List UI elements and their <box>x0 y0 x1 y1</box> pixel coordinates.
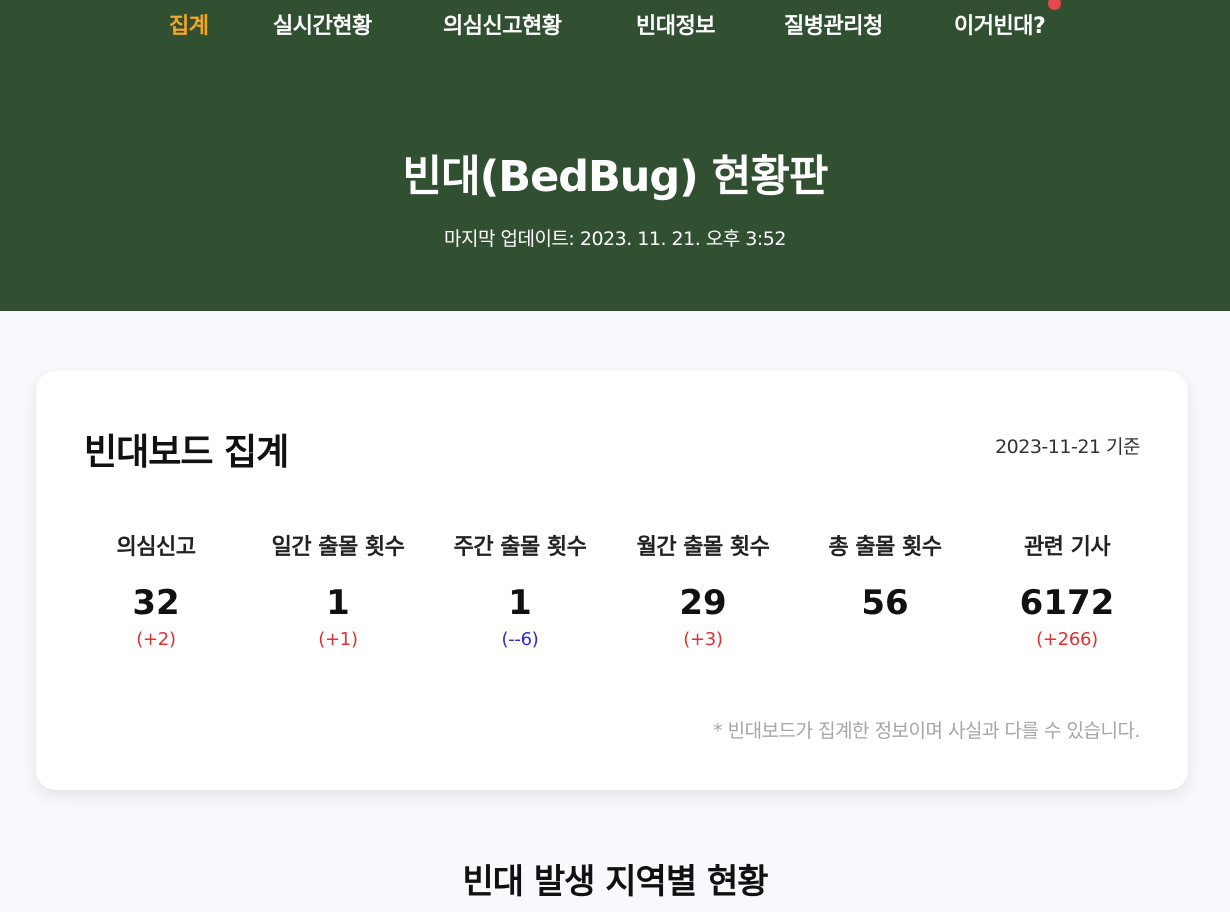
stat-label: 월간 출몰 횟수 <box>636 535 770 560</box>
stat-label: 총 출몰 횟수 <box>828 535 942 560</box>
stat-delta <box>785 629 985 653</box>
stat-daily-sightings: 일간 출몰 횟수 1 (+1) <box>238 529 438 653</box>
stat-label: 주간 출몰 횟수 <box>453 535 587 560</box>
stat-delta: (+2) <box>136 629 176 650</box>
stat-monthly-sightings: 월간 출몰 횟수 29 (+3) <box>603 529 803 653</box>
stat-value: 1 <box>508 583 532 623</box>
notification-dot <box>1048 0 1061 10</box>
stat-value: 56 <box>861 583 909 623</box>
stat-value: 32 <box>132 583 180 623</box>
nav-item-suspect-reports[interactable]: 의심신고현황 <box>443 8 562 40</box>
stat-delta: (+3) <box>683 629 723 650</box>
stat-weekly-sightings: 주간 출몰 횟수 1 (--6) <box>420 529 620 653</box>
stat-label: 일간 출몰 횟수 <box>271 535 405 560</box>
stat-delta: (+1) <box>318 629 358 650</box>
stat-value: 1 <box>326 583 350 623</box>
nav-item-is-this-bedbug[interactable]: 이거빈대? <box>954 8 1046 40</box>
stat-delta: (--6) <box>501 629 539 650</box>
stat-label: 관련 기사 <box>1023 535 1111 560</box>
site-header: 집계 실시간현황 의심신고현황 빈대정보 질병관리청 이거빈대? 빈대(BedB… <box>0 0 1230 311</box>
disclaimer-note: * 빈대보드가 집계한 정보이며 사실과 다를 수 있습니다. <box>713 720 1140 742</box>
stat-label: 의심신고 <box>116 535 196 560</box>
summary-date: 2023-11-21 기준 <box>995 436 1140 458</box>
top-nav: 집계 실시간현황 의심신고현황 빈대정보 질병관리청 이거빈대? <box>0 0 1230 48</box>
last-updated: 마지막 업데이트: 2023. 11. 21. 오후 3:52 <box>444 228 786 250</box>
stat-value: 29 <box>679 583 727 623</box>
stat-delta: (+266) <box>1036 629 1098 650</box>
nav-item-realtime[interactable]: 실시간현황 <box>273 8 372 40</box>
summary-card: 빈대보드 집계 2023-11-21 기준 의심신고 32 (+2) 일간 출몰… <box>36 371 1188 790</box>
region-section-title: 빈대 발생 지역별 현황 <box>462 862 768 902</box>
stat-total-sightings: 총 출몰 횟수 56 <box>785 529 985 653</box>
stat-related-articles: 관련 기사 6172 (+266) <box>967 529 1167 653</box>
nav-item-summary[interactable]: 집계 <box>169 8 209 40</box>
nav-item-bedbug-info[interactable]: 빈대정보 <box>636 8 715 40</box>
nav-item-kdca[interactable]: 질병관리청 <box>784 8 883 40</box>
stat-suspect-reports: 의심신고 32 (+2) <box>56 529 256 653</box>
stat-value: 6172 <box>1019 583 1115 623</box>
page-title: 빈대(BedBug) 현황판 <box>402 152 829 202</box>
summary-title: 빈대보드 집계 <box>84 432 289 473</box>
